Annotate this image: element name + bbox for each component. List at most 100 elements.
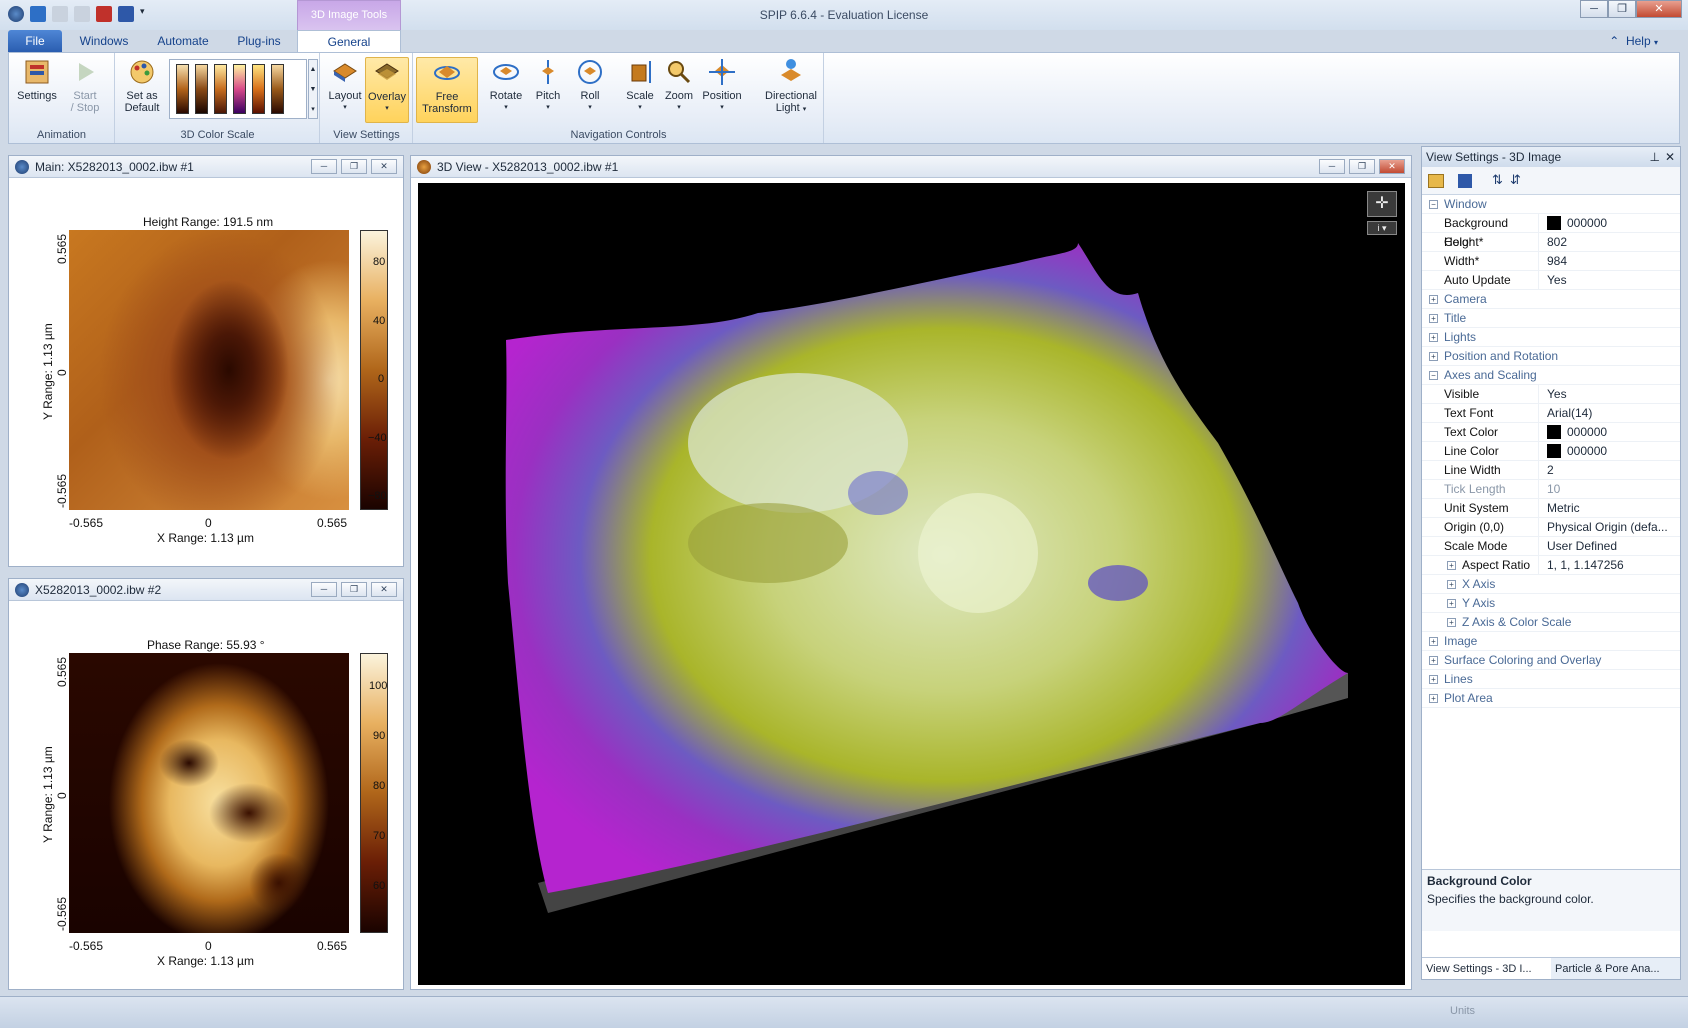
expand-icon[interactable]: + [1429, 656, 1438, 665]
height-image[interactable] [69, 230, 349, 510]
property-value[interactable]: Arial(14) [1538, 404, 1680, 422]
expand-icon[interactable]: + [1429, 675, 1438, 684]
expand-icon[interactable]: + [1447, 561, 1456, 570]
directional-light-button[interactable]: Directional Light ▾ [760, 57, 822, 116]
tab-particle-pore-analysis[interactable]: Particle & Pore Ana... [1551, 958, 1680, 979]
property-row[interactable]: Auto Update Yes [1422, 271, 1680, 290]
property-row[interactable]: + Camera [1422, 290, 1680, 309]
property-row[interactable]: + Image [1422, 632, 1680, 651]
property-row[interactable]: Origin (0,0) Physical Origin (defa... [1422, 518, 1680, 537]
panel-minimize-button[interactable]: ─ [1319, 159, 1345, 174]
scale-button[interactable]: Scale ▾ [618, 57, 662, 114]
3d-render-canvas[interactable]: ✛ i ▾ [418, 183, 1405, 985]
property-value[interactable]: 000000 [1538, 442, 1680, 460]
property-row[interactable]: + Position and Rotation [1422, 347, 1680, 366]
expand-icon[interactable]: + [1447, 618, 1456, 627]
close-button[interactable]: ✕ [1636, 0, 1682, 18]
property-row[interactable]: Line Width 2 [1422, 461, 1680, 480]
expand-icon[interactable]: + [1429, 637, 1438, 646]
panel-restore-button[interactable]: ❐ [341, 582, 367, 597]
property-value[interactable]: 10 [1538, 480, 1680, 498]
tab-windows[interactable]: Windows [74, 30, 134, 52]
property-row[interactable]: + Lines [1422, 670, 1680, 689]
info-dropdown[interactable]: i ▾ [1367, 221, 1397, 235]
panel-close-button[interactable]: ✕ [371, 582, 397, 597]
property-row[interactable]: Unit System Metric [1422, 499, 1680, 518]
property-value[interactable]: Yes [1538, 385, 1680, 403]
collapse-icon[interactable]: − [1429, 200, 1438, 209]
property-row[interactable]: − Axes and Scaling [1422, 366, 1680, 385]
panel-close-button[interactable]: ✕ [371, 159, 397, 174]
navigation-widget[interactable]: ✛ [1367, 191, 1397, 217]
expand-icon[interactable]: + [1429, 333, 1438, 342]
tab-plug-ins[interactable]: Plug-ins [228, 30, 290, 52]
property-value[interactable]: 000000 [1538, 214, 1680, 232]
panel-minimize-button[interactable]: ─ [311, 159, 337, 174]
color-scale-gallery[interactable] [169, 59, 307, 119]
property-row[interactable]: + Surface Coloring and Overlay [1422, 651, 1680, 670]
color-scale-swatch[interactable] [214, 64, 227, 114]
position-button[interactable]: Position ▾ [697, 57, 747, 114]
sort-ascending-icon[interactable]: ⇅ [1492, 172, 1503, 188]
property-row[interactable]: Height* 802 [1422, 233, 1680, 252]
expand-icon[interactable]: + [1429, 694, 1438, 703]
property-value[interactable]: User Defined [1538, 537, 1680, 555]
property-value[interactable]: 000000 [1538, 423, 1680, 441]
property-row[interactable]: Background Color 000000 [1422, 214, 1680, 249]
pin-icon[interactable]: ⊥ [1650, 147, 1660, 167]
help-menu[interactable]: ⌃ Help ▾ [1609, 34, 1658, 48]
zoom-button[interactable]: Zoom ▾ [657, 57, 701, 114]
property-row[interactable]: Line Color 000000 [1422, 442, 1680, 461]
property-value[interactable]: 984 [1538, 252, 1680, 270]
collapse-icon[interactable]: − [1429, 371, 1438, 380]
color-scale-swatch[interactable] [176, 64, 189, 114]
set-as-default-button[interactable]: Set as Default [120, 57, 164, 114]
property-row[interactable]: Tick Length 10 [1422, 480, 1680, 499]
layout-button[interactable]: Layout ▾ [323, 57, 367, 114]
minimize-button[interactable]: ─ [1580, 0, 1608, 18]
panel-close-button[interactable]: ✕ [1379, 159, 1405, 174]
tab-file[interactable]: File [8, 30, 62, 52]
color-scale-swatch[interactable] [271, 64, 284, 114]
property-row[interactable]: Scale Mode User Defined [1422, 537, 1680, 556]
tab-automate[interactable]: Automate [150, 30, 216, 52]
roll-button[interactable]: Roll ▾ [568, 57, 612, 114]
property-row[interactable]: Text Font Arial(14) [1422, 404, 1680, 423]
save-icon[interactable] [1458, 174, 1472, 188]
settings-button[interactable]: Settings [15, 57, 59, 102]
property-value[interactable]: Physical Origin (defa... [1538, 518, 1680, 536]
expand-icon[interactable]: + [1429, 352, 1438, 361]
color-scale-swatch[interactable] [252, 64, 265, 114]
property-row[interactable]: Visible Yes [1422, 385, 1680, 404]
property-row[interactable]: + X Axis [1422, 575, 1680, 594]
property-value[interactable]: 2 [1538, 461, 1680, 479]
rotate-button[interactable]: Rotate ▾ [484, 57, 528, 114]
property-value[interactable]: Yes [1538, 271, 1680, 289]
gallery-scroll[interactable]: ▲ ▼ ▾ [308, 59, 318, 119]
open-folder-icon[interactable] [1428, 174, 1444, 188]
property-row[interactable]: + Plot Area [1422, 689, 1680, 708]
sort-descending-icon[interactable]: ⇵ [1510, 172, 1521, 188]
phase-image[interactable] [69, 653, 349, 933]
property-row[interactable]: Text Color 000000 [1422, 423, 1680, 442]
free-transform-button[interactable]: Free Transform [416, 57, 478, 123]
property-row[interactable]: + Z Axis & Color Scale [1422, 613, 1680, 632]
start-stop-button[interactable]: Start / Stop [63, 57, 107, 114]
property-row[interactable]: + Aspect Ratio 1, 1, 1.147256 [1422, 556, 1680, 575]
overlay-button[interactable]: Overlay ▾ [365, 57, 409, 123]
color-scale-swatch[interactable] [233, 64, 246, 114]
panel-minimize-button[interactable]: ─ [311, 582, 337, 597]
color-scale-swatch[interactable] [195, 64, 208, 114]
pitch-button[interactable]: Pitch ▾ [526, 57, 570, 114]
panel-restore-button[interactable]: ❐ [1349, 159, 1375, 174]
expand-icon[interactable]: + [1447, 599, 1456, 608]
expand-icon[interactable]: + [1429, 295, 1438, 304]
collapse-ribbon-icon[interactable]: ⌃ [1609, 34, 1619, 48]
property-row[interactable]: − Window [1422, 195, 1680, 214]
property-value[interactable]: 1, 1, 1.147256 [1538, 556, 1680, 574]
maximize-button[interactable]: ❐ [1608, 0, 1636, 18]
property-row[interactable]: + Title [1422, 309, 1680, 328]
close-panel-icon[interactable]: ✕ [1665, 147, 1675, 167]
tab-view-settings[interactable]: View Settings - 3D I... [1422, 958, 1551, 979]
property-row[interactable]: Width* 984 [1422, 252, 1680, 271]
